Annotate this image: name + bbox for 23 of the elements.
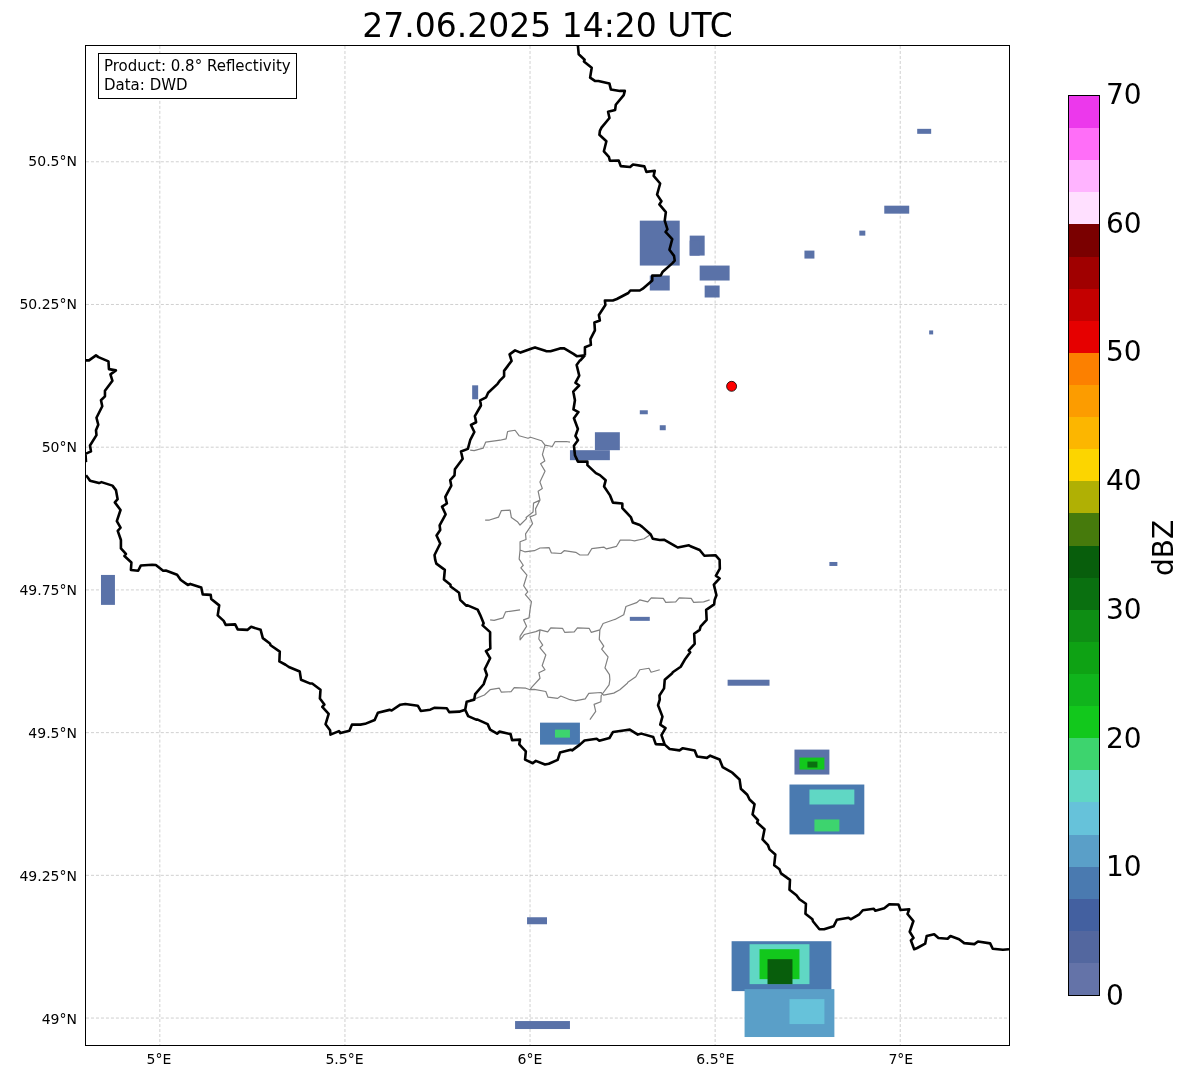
colorbar-tick-label: 20 [1106,724,1142,753]
longitude-label: 5°E [146,1051,172,1067]
latitude-label: 49.5°N [28,724,77,741]
colorbar-tick-label: 10 [1106,853,1142,882]
colorbar-tick-label: 50 [1106,338,1142,367]
longitude-label: 6°E [517,1051,543,1067]
longitude-label: 7°E [888,1051,914,1067]
info-box: Product: 0.8° Reflectivity Data: DWD [98,53,297,99]
colorbar-tick-label: 70 [1106,81,1142,109]
colorbar-label: dBZ [1146,519,1180,577]
chart-title: 27.06.2025 14:20 UTC [362,9,733,42]
colorbar-tick-label: 30 [1106,595,1142,624]
latitude-label: 49.75°N [19,581,77,598]
longitude-label: 6.5°E [696,1051,735,1067]
latitude-label: 50.25°N [19,296,77,313]
latitude-label: 50°N [41,439,77,455]
colorbar-tick-label: 0 [1106,982,1124,1010]
latitude-label: 50.5°N [28,153,77,170]
latitude-label: 49.25°N [19,867,77,884]
longitude-label: 5.5°E [325,1051,364,1067]
colorbar-tick-label: 60 [1106,209,1142,238]
colorbar-tick-label: 40 [1106,467,1142,496]
latitude-label: 49°N [41,1010,77,1027]
